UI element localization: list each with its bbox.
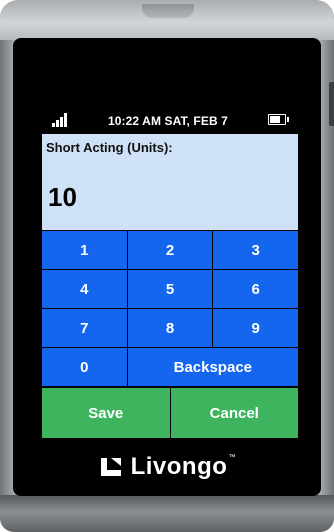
livongo-mark-icon <box>100 458 121 476</box>
trademark: ™ <box>228 453 236 461</box>
key-1[interactable]: 1 <box>42 231 127 269</box>
key-4[interactable]: 4 <box>42 270 127 308</box>
key-8[interactable]: 8 <box>127 309 213 347</box>
time-date: 10:22 AM SAT, FEB 7 <box>108 114 228 128</box>
key-2[interactable]: 2 <box>127 231 213 269</box>
key-5[interactable]: 5 <box>127 270 213 308</box>
glucose-meter-device: 10:22 AM SAT, FEB 7 Short Acting (Units)… <box>0 0 334 532</box>
signal-bars-icon <box>52 113 70 127</box>
entry-label: Short Acting (Units): <box>46 140 173 155</box>
key-6[interactable]: 6 <box>213 270 298 308</box>
entry-display: Short Acting (Units): 10 <box>42 134 298 230</box>
top-notch <box>142 4 194 18</box>
action-bar: Save Cancel <box>42 388 298 438</box>
key-0[interactable]: 0 <box>42 348 127 386</box>
backspace-button[interactable]: Backspace <box>127 348 298 386</box>
entry-value: 10 <box>48 182 77 212</box>
status-bar: 10:22 AM SAT, FEB 7 <box>40 111 294 133</box>
key-3[interactable]: 3 <box>213 231 298 269</box>
bottom-bezel <box>0 495 334 532</box>
touch-screen: Short Acting (Units): 10 1 2 3 4 5 6 7 8… <box>42 134 298 438</box>
cancel-button[interactable]: Cancel <box>170 388 298 438</box>
side-button[interactable] <box>329 82 334 126</box>
save-button[interactable]: Save <box>42 388 170 438</box>
numeric-keypad: 1 2 3 4 5 6 7 8 9 0 Backspace <box>42 231 298 387</box>
brand-name: Livongo <box>130 453 228 480</box>
key-7[interactable]: 7 <box>42 309 127 347</box>
key-9[interactable]: 9 <box>213 309 298 347</box>
battery-icon <box>268 114 289 125</box>
brand-logo: Livongo ™ <box>0 452 334 482</box>
